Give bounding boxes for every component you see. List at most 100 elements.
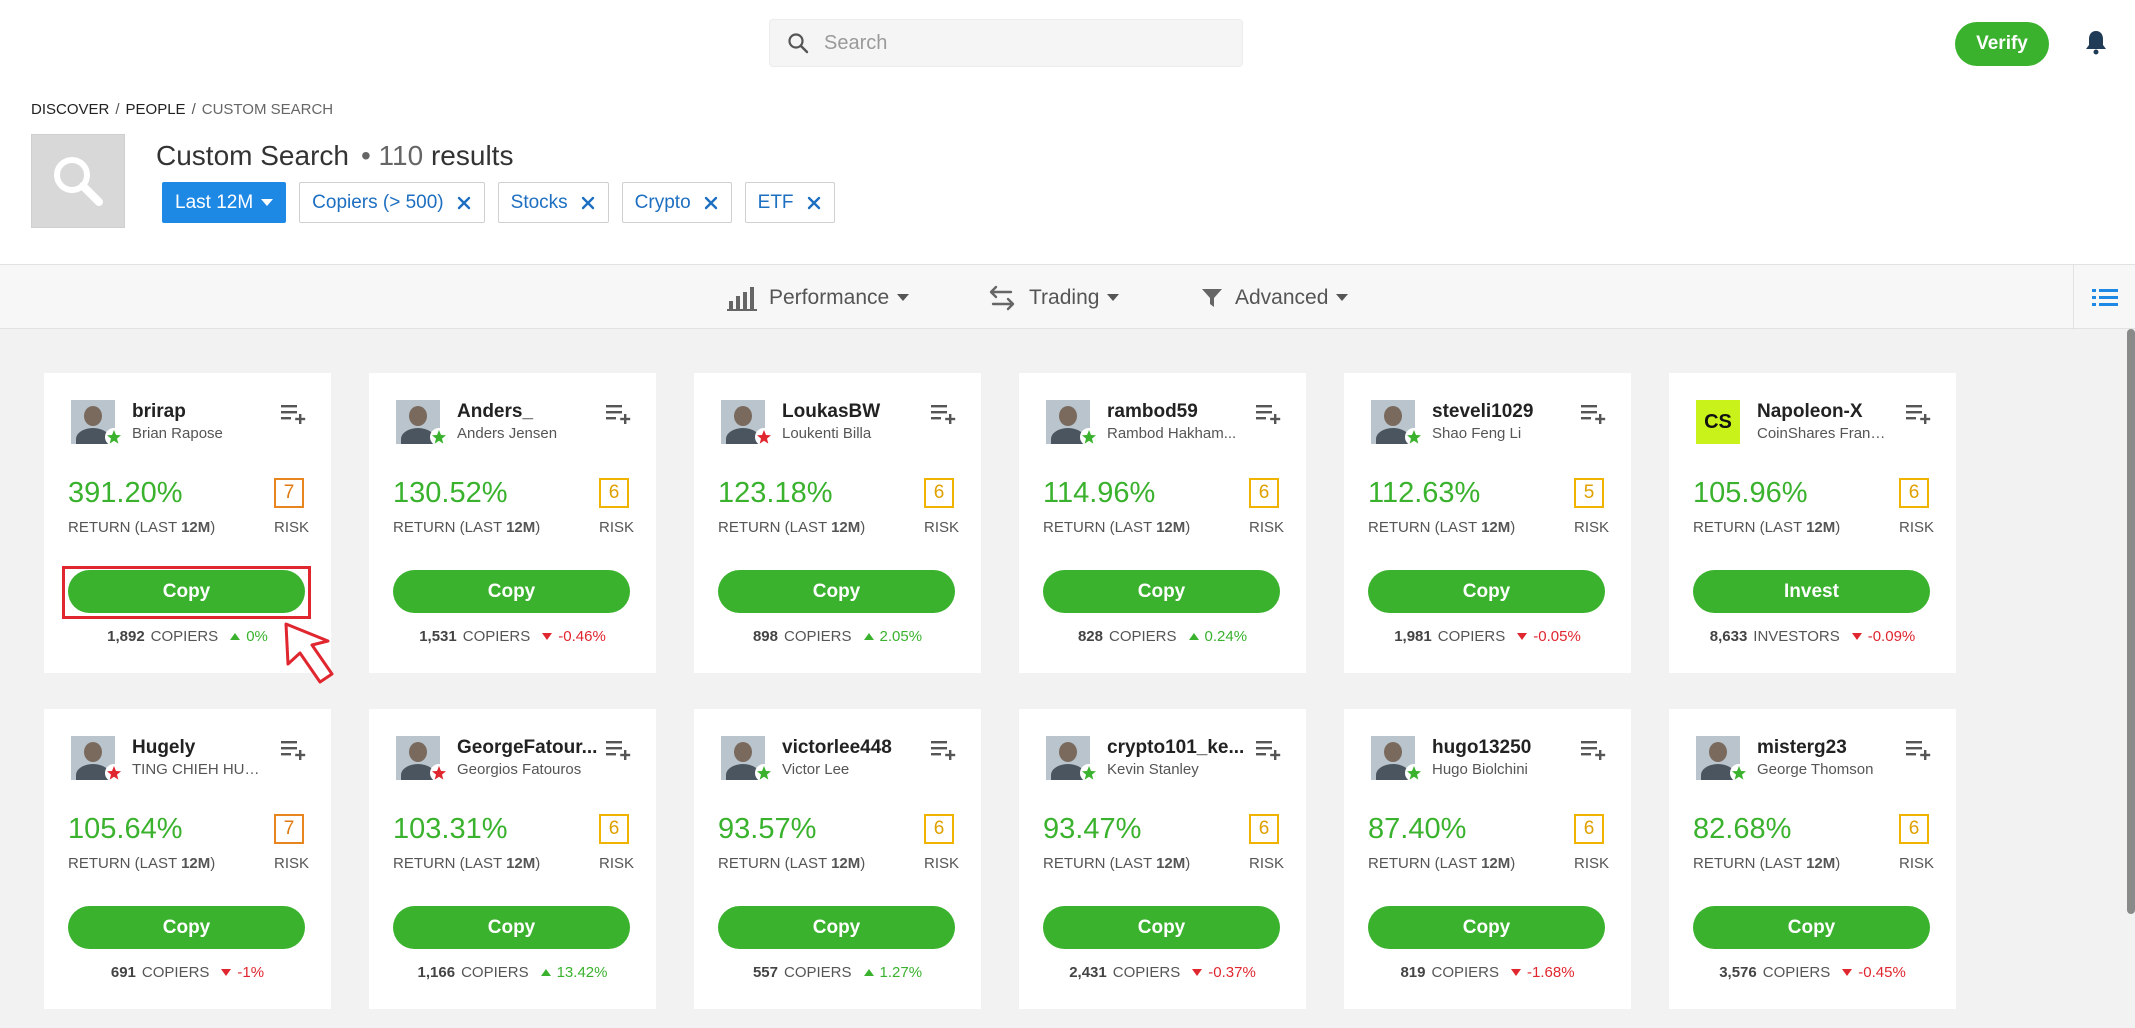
return-label-period: 12M bbox=[181, 855, 211, 872]
copier-count: 691 bbox=[110, 964, 136, 981]
return-label-period: 12M bbox=[1156, 855, 1186, 872]
risk-score: 6 bbox=[1574, 814, 1604, 844]
page-scrollbar[interactable] bbox=[2127, 329, 2135, 914]
add-to-watchlist-icon[interactable] bbox=[930, 738, 956, 760]
add-to-watchlist-icon[interactable] bbox=[1905, 402, 1931, 424]
trading-filter[interactable]: Trading bbox=[987, 265, 1120, 330]
copy-button[interactable]: Copy bbox=[1368, 570, 1605, 613]
return-label-suffix: ) bbox=[210, 519, 216, 536]
trader-card[interactable]: misterg23 George Thomson 82.68% RETURN (… bbox=[1669, 709, 1956, 1009]
add-to-watchlist-icon[interactable] bbox=[1255, 402, 1281, 424]
trader-username[interactable]: Napoleon-X bbox=[1757, 401, 1907, 423]
copy-button[interactable]: Copy bbox=[1368, 906, 1605, 949]
trader-username[interactable]: GeorgeFatour... bbox=[457, 737, 607, 759]
avatar-head bbox=[734, 742, 752, 762]
add-to-watchlist-icon[interactable] bbox=[280, 738, 306, 760]
add-to-watchlist-icon[interactable] bbox=[1580, 402, 1606, 424]
bell-icon[interactable] bbox=[2084, 29, 2108, 55]
period-label: Last 12M bbox=[175, 191, 254, 213]
return-label-period: 12M bbox=[506, 519, 536, 536]
copy-button[interactable]: Copy bbox=[718, 570, 955, 613]
trader-card[interactable]: steveli1029 Shao Feng Li 112.63% RETURN … bbox=[1344, 373, 1631, 673]
period-dropdown[interactable]: Last 12M bbox=[162, 182, 287, 223]
breadcrumb-separator: / bbox=[115, 101, 120, 118]
copier-change: 0% bbox=[246, 628, 268, 645]
result-count-word: results bbox=[430, 140, 514, 171]
trader-username[interactable]: hugo13250 bbox=[1432, 737, 1582, 759]
trader-username[interactable]: steveli1029 bbox=[1432, 401, 1582, 423]
return-label-period: 12M bbox=[1156, 519, 1186, 536]
trader-username[interactable]: Hugely bbox=[132, 737, 282, 759]
trader-card[interactable]: LoukasBW Loukenti Billa 123.18% RETURN (… bbox=[694, 373, 981, 673]
add-to-watchlist-icon[interactable] bbox=[605, 738, 631, 760]
close-icon[interactable] bbox=[456, 195, 472, 211]
caret-down-icon bbox=[897, 294, 910, 301]
trader-username[interactable]: brirap bbox=[132, 401, 282, 423]
trend-down-icon bbox=[1192, 969, 1203, 976]
return-label: RETURN (LAST 12M) bbox=[1043, 519, 1190, 536]
verify-button[interactable]: Verify bbox=[1955, 22, 2049, 66]
trader-card[interactable]: GeorgeFatour... Georgios Fatouros 103.31… bbox=[369, 709, 656, 1009]
advanced-filter[interactable]: Advanced bbox=[1201, 265, 1349, 330]
copy-button[interactable]: Copy bbox=[68, 906, 305, 949]
add-to-watchlist-icon[interactable] bbox=[1905, 738, 1931, 760]
risk-label: RISK bbox=[924, 855, 960, 872]
add-to-watchlist-icon[interactable] bbox=[930, 402, 956, 424]
trader-card[interactable]: CS Napoleon-X CoinShares Franc... 105.96… bbox=[1669, 373, 1956, 673]
filter-chips: Last 12M Copiers (> 500) Stocks Crypto E… bbox=[162, 182, 835, 223]
copy-button[interactable]: Copy bbox=[393, 570, 630, 613]
trader-username[interactable]: crypto101_ke... bbox=[1107, 737, 1257, 759]
trader-card[interactable]: Hugely TING CHIEH HUA... 105.64% RETURN … bbox=[44, 709, 331, 1009]
chip-crypto[interactable]: Crypto bbox=[621, 182, 732, 223]
advanced-label: Advanced bbox=[1235, 285, 1329, 309]
trader-username[interactable]: LoukasBW bbox=[782, 401, 932, 423]
avatar[interactable]: CS bbox=[1696, 400, 1740, 444]
trader-username[interactable]: Anders_ bbox=[457, 401, 607, 423]
trader-card[interactable]: hugo13250 Hugo Biolchini 87.40% RETURN (… bbox=[1344, 709, 1631, 1009]
risk-label: RISK bbox=[274, 855, 310, 872]
copier-stats: 819 COPIERS -1.68% bbox=[1344, 964, 1631, 981]
list-view-toggle[interactable] bbox=[2073, 265, 2135, 330]
trader-fullname: Georgios Fatouros bbox=[457, 761, 582, 778]
breadcrumb-people[interactable]: PEOPLE bbox=[126, 101, 186, 118]
chip-copiers[interactable]: Copiers (> 500) bbox=[299, 182, 485, 223]
trader-username[interactable]: rambod59 bbox=[1107, 401, 1257, 423]
copy-button[interactable]: Copy bbox=[718, 906, 955, 949]
trader-username[interactable]: victorlee448 bbox=[782, 737, 932, 759]
chip-stocks[interactable]: Stocks bbox=[497, 182, 609, 223]
copier-stats: 898 COPIERS 2.05% bbox=[694, 628, 981, 645]
copy-button[interactable]: Copy bbox=[393, 906, 630, 949]
gain-value: 130.52% bbox=[393, 477, 508, 509]
risk-label: RISK bbox=[1249, 855, 1285, 872]
copier-change: -0.09% bbox=[1867, 628, 1916, 645]
copy-button[interactable]: Copy bbox=[1043, 570, 1280, 613]
trader-card[interactable]: victorlee448 Victor Lee 93.57% RETURN (L… bbox=[694, 709, 981, 1009]
chip-etf[interactable]: ETF bbox=[744, 182, 835, 223]
star-badge-icon bbox=[1080, 764, 1098, 782]
copy-button[interactable]: Copy bbox=[1693, 906, 1930, 949]
trader-card[interactable]: crypto101_ke... Kevin Stanley 93.47% RET… bbox=[1019, 709, 1306, 1009]
close-icon[interactable] bbox=[580, 195, 596, 211]
trader-card[interactable]: Anders_ Anders Jensen 130.52% RETURN (LA… bbox=[369, 373, 656, 673]
add-to-watchlist-icon[interactable] bbox=[605, 402, 631, 424]
close-icon[interactable] bbox=[806, 195, 822, 211]
trader-username[interactable]: misterg23 bbox=[1757, 737, 1907, 759]
add-to-watchlist-icon[interactable] bbox=[1580, 738, 1606, 760]
breadcrumb-current: CUSTOM SEARCH bbox=[201, 101, 334, 118]
close-icon[interactable] bbox=[703, 195, 719, 211]
breadcrumb-discover[interactable]: DISCOVER bbox=[31, 101, 109, 118]
copier-label: COPIERS bbox=[783, 964, 852, 981]
performance-filter[interactable]: Performance bbox=[727, 265, 910, 330]
add-to-watchlist-icon[interactable] bbox=[280, 402, 306, 424]
return-label: RETURN (LAST 12M) bbox=[1368, 519, 1515, 536]
copier-count: 2,431 bbox=[1069, 964, 1107, 981]
copier-count: 1,166 bbox=[417, 964, 456, 981]
copy-button[interactable]: Copy bbox=[1043, 906, 1280, 949]
search-input[interactable] bbox=[824, 31, 1224, 55]
invest-button[interactable]: Invest bbox=[1693, 570, 1930, 613]
trader-card[interactable]: rambod59 Rambod Hakham... 114.96% RETURN… bbox=[1019, 373, 1306, 673]
return-label-period: 12M bbox=[831, 519, 861, 536]
add-to-watchlist-icon[interactable] bbox=[1255, 738, 1281, 760]
search-bar[interactable] bbox=[769, 19, 1243, 67]
trader-fullname: Kevin Stanley bbox=[1107, 761, 1199, 778]
